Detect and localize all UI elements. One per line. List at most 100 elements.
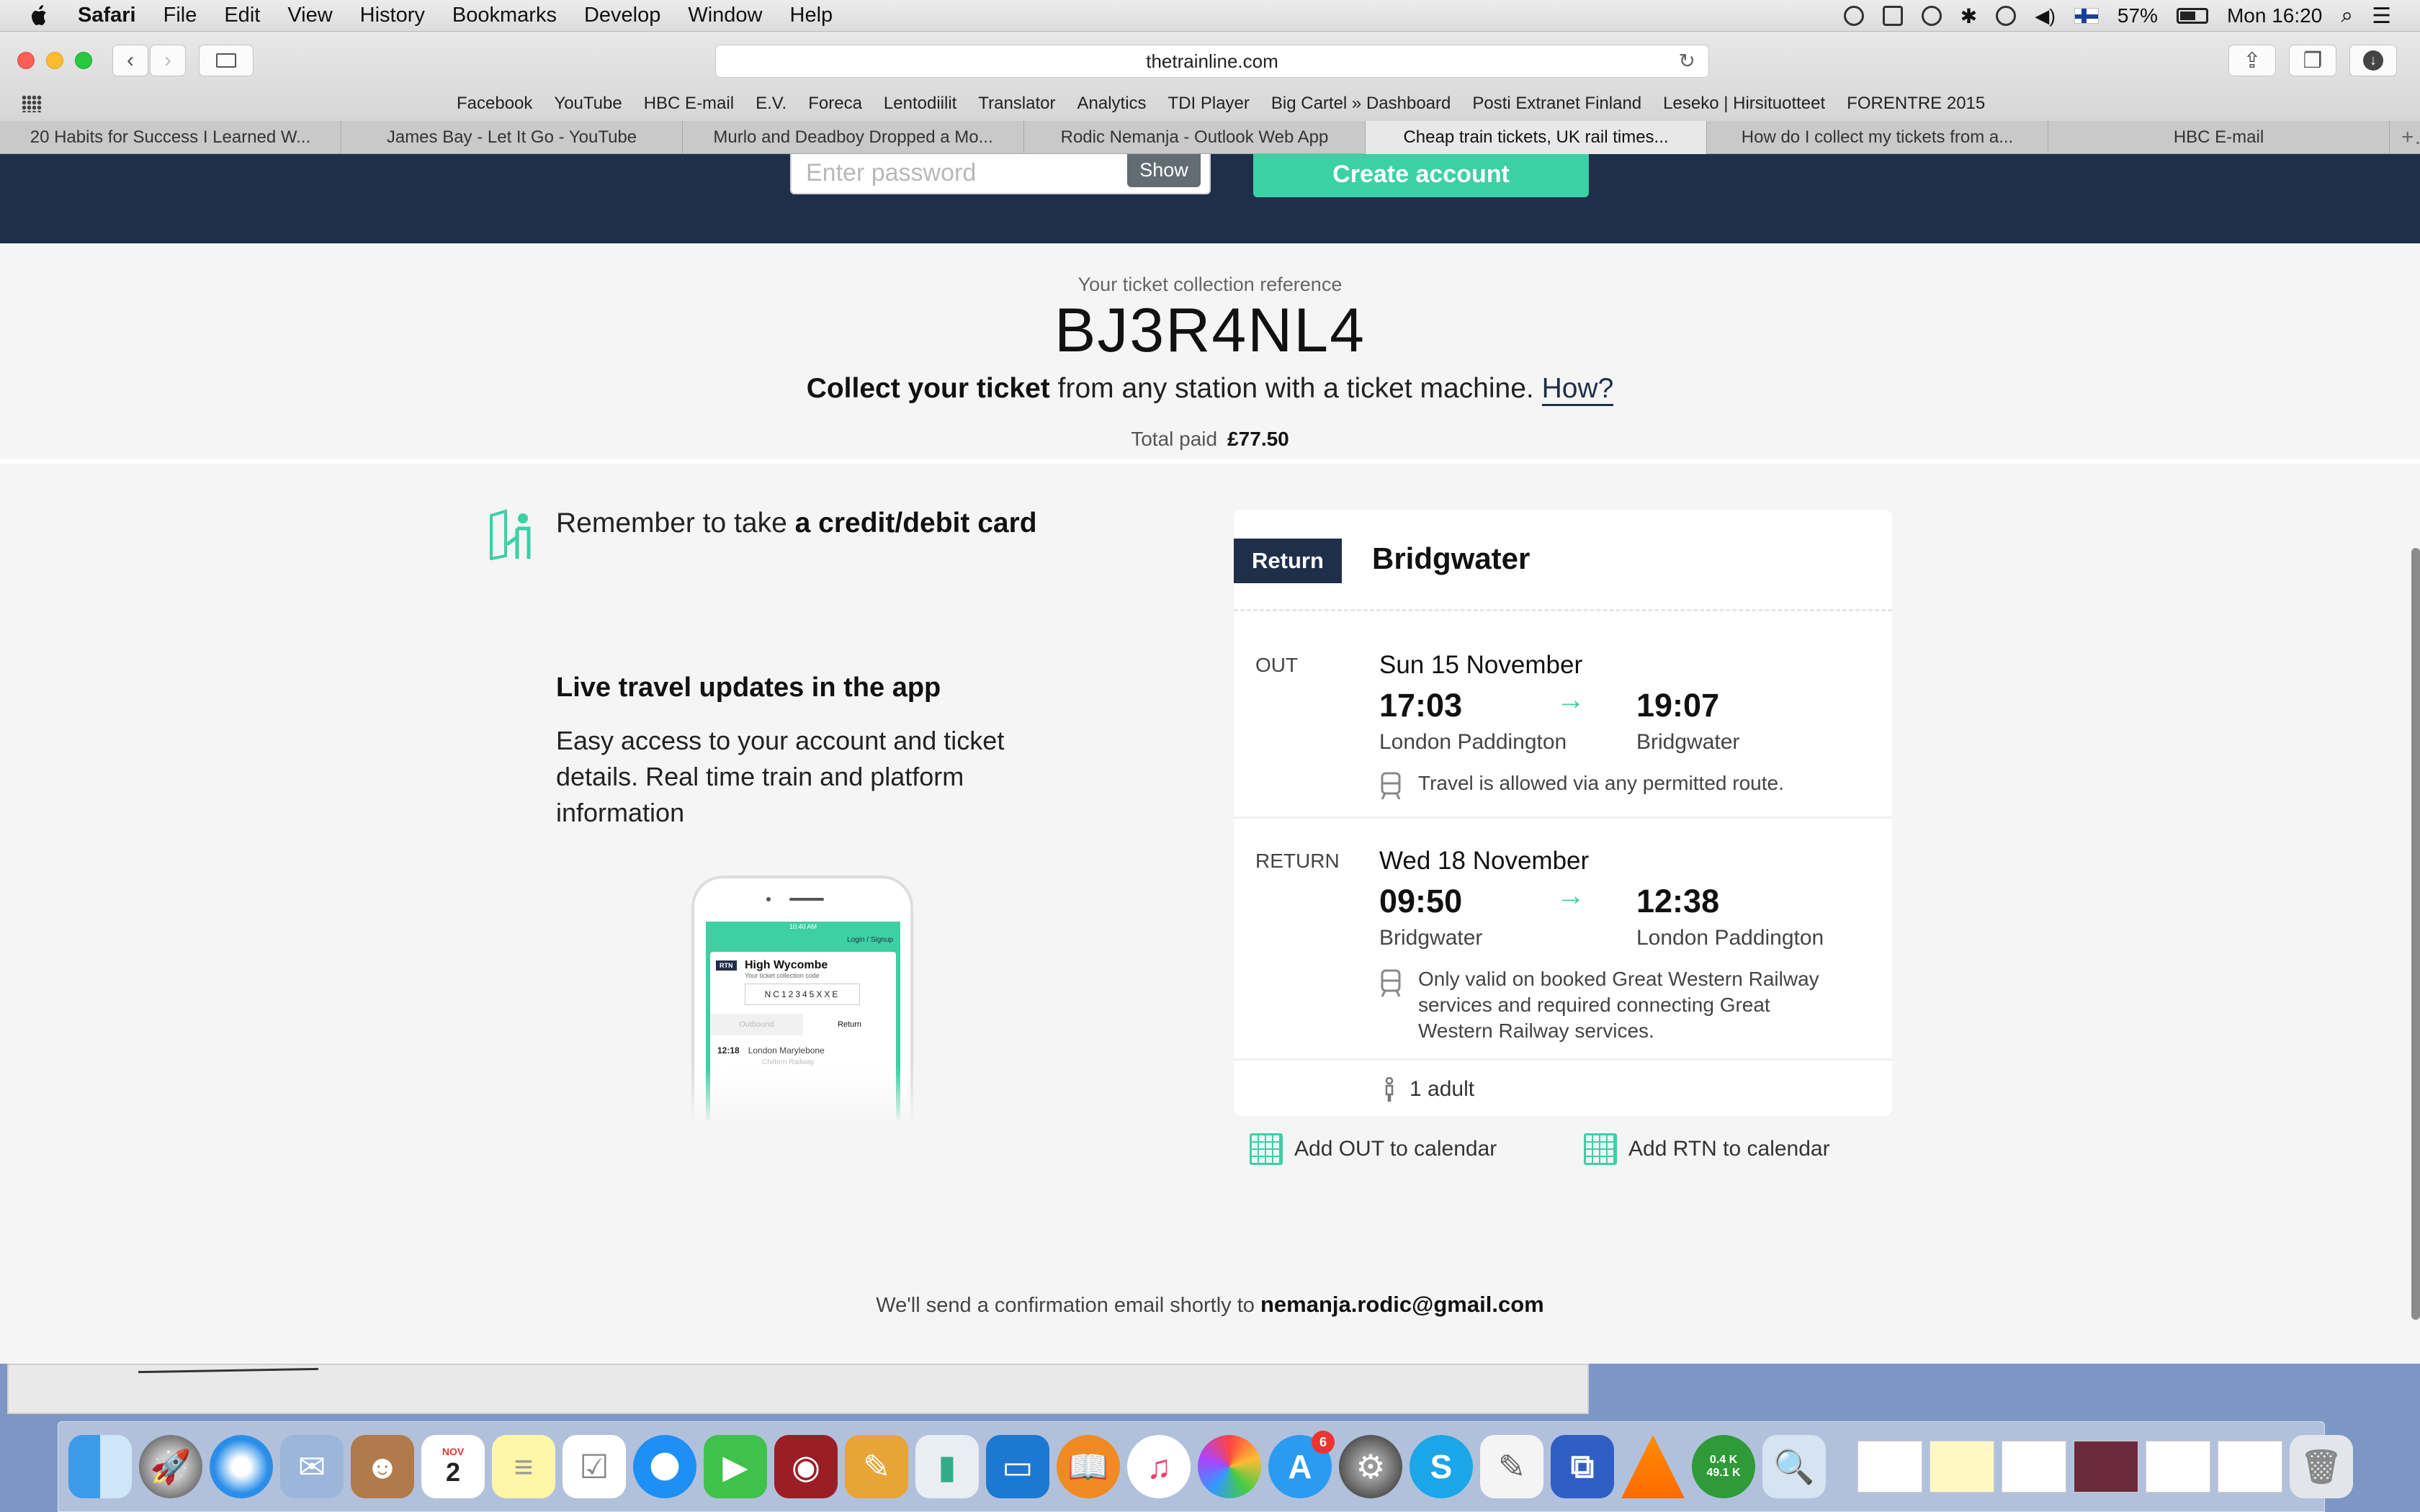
bookmark-forentre[interactable]: FORENTRE 2015 [1847, 94, 1985, 114]
menu-window[interactable]: Window [688, 4, 762, 27]
share-button[interactable]: ⇪ [2228, 45, 2276, 76]
ticket-type-badge: Return [1234, 539, 1342, 583]
wifi-icon[interactable] [1996, 6, 2017, 26]
screen-share-icon[interactable] [1882, 6, 1903, 26]
browser-tab[interactable]: HBC E-mail [2048, 121, 2390, 154]
remote-desktop-icon[interactable]: ⧉ [1551, 1435, 1614, 1498]
sidebar-toggle-button[interactable] [199, 45, 254, 76]
trash-icon[interactable]: 🗑 [2290, 1435, 2353, 1498]
bookmark-ev[interactable]: E.V. [756, 94, 786, 114]
bookmark-lentodiilit[interactable]: Lentodiilit [884, 94, 956, 114]
clock[interactable]: Mon 16:20 [2227, 4, 2322, 27]
app-store-icon[interactable]: A 6 [1268, 1431, 1335, 1498]
mail-icon[interactable]: ✉ [280, 1435, 344, 1498]
volume-icon[interactable]: ◀) [2035, 5, 2056, 27]
launchpad-icon[interactable]: 🚀 [139, 1435, 202, 1498]
phone-camera [766, 897, 771, 901]
bluetooth-icon[interactable]: ✱ [1960, 4, 1977, 28]
minimized-window[interactable] [2002, 1441, 2066, 1493]
notification-center-icon[interactable]: ☰ [2372, 4, 2391, 29]
browser-tab-active[interactable]: Cheap train tickets, UK rail times... [1366, 121, 1707, 154]
tab-overview-button[interactable]: ❐ [2289, 45, 2336, 76]
creative-cloud-icon[interactable] [1843, 6, 1864, 26]
reminders-icon[interactable]: ☑ [563, 1435, 626, 1498]
menu-file[interactable]: File [163, 4, 197, 27]
reference-section: Your ticket collection reference BJ3R4NL… [0, 243, 2420, 615]
page-scrollbar[interactable] [2411, 548, 2420, 1320]
back-button[interactable]: ‹ [112, 45, 148, 76]
tab-bar: 20 Habits for Success I Learned W... Jam… [0, 121, 2420, 154]
reload-icon[interactable]: ↻ [1679, 45, 1695, 77]
textedit-icon[interactable]: ✎ [1480, 1435, 1543, 1498]
minimized-window[interactable] [2146, 1441, 2210, 1493]
confirmation-message: We'll send a confirmation email shortly … [0, 1292, 2420, 1318]
apple-menu-icon[interactable] [29, 4, 50, 27]
bookmark-posti[interactable]: Posti Extranet Finland [1472, 94, 1641, 114]
password-field[interactable]: Enter password Show [790, 154, 1211, 194]
facetime-icon[interactable]: ▶ [704, 1435, 767, 1498]
bookmark-analytics[interactable]: Analytics [1077, 94, 1146, 114]
add-rtn-to-calendar[interactable]: Add RTN to calendar [1584, 1133, 1830, 1165]
messages-icon[interactable] [633, 1435, 696, 1498]
menu-help[interactable]: Help [790, 4, 833, 27]
minimized-window[interactable] [2218, 1441, 2282, 1493]
pages-icon[interactable]: ✎ [845, 1435, 908, 1498]
menu-app-safari[interactable]: Safari [78, 4, 136, 27]
browser-tab[interactable]: Murlo and Deadboy Dropped a Mo... [683, 121, 1024, 154]
skype-icon[interactable]: S [1410, 1435, 1473, 1498]
bookmark-hbc-email[interactable]: HBC E-mail [644, 94, 734, 114]
numbers-icon[interactable]: ▮ [915, 1435, 979, 1498]
time-machine-icon[interactable] [1921, 6, 1942, 26]
minimized-window[interactable] [2074, 1441, 2138, 1493]
address-bar[interactable]: thetrainline.com ↻ [715, 45, 1709, 78]
menu-bookmarks[interactable]: Bookmarks [452, 4, 557, 27]
close-window-button[interactable] [17, 52, 35, 69]
bookmark-leseko[interactable]: Leseko | Hirsituotteet [1663, 94, 1825, 114]
battery-percent[interactable]: 57% [2118, 4, 2158, 27]
notes-icon[interactable]: ≡ [492, 1435, 555, 1498]
top-sites-grid-icon[interactable] [22, 95, 42, 112]
keynote-icon[interactable]: ▭ [986, 1435, 1049, 1498]
bookmark-foreca[interactable]: Foreca [808, 94, 862, 114]
bookmark-tdi-player[interactable]: TDI Player [1168, 94, 1250, 114]
system-preferences-icon[interactable]: ⚙ [1339, 1435, 1402, 1498]
how-link[interactable]: How? [1541, 373, 1614, 406]
browser-tab[interactable]: How do I collect my tickets from a... [1707, 121, 2048, 154]
create-account-button[interactable]: Create account [1253, 154, 1589, 197]
menu-edit[interactable]: Edit [224, 4, 260, 27]
ibooks-icon[interactable]: 📖 [1057, 1435, 1120, 1498]
forward-button[interactable]: › [150, 45, 186, 76]
preview-icon[interactable]: 🔍 [1762, 1435, 1826, 1498]
network-monitor-icon[interactable]: 0.4 K 49.1 K [1692, 1435, 1755, 1498]
itunes-icon[interactable]: ♫ [1127, 1435, 1191, 1498]
minimize-window-button[interactable] [46, 52, 63, 69]
finnish-flag-input-icon[interactable] [2074, 8, 2099, 24]
photo-booth-icon[interactable]: ◉ [774, 1435, 838, 1498]
downloads-button[interactable]: ↓ [2349, 45, 2397, 76]
calendar-app-icon[interactable]: NOV 2 [421, 1435, 485, 1498]
fullscreen-window-button[interactable] [75, 52, 92, 69]
photos-icon[interactable] [1198, 1435, 1261, 1498]
show-password-button[interactable]: Show [1127, 154, 1201, 187]
finder-icon[interactable] [68, 1435, 132, 1498]
browser-tab[interactable]: Rodic Nemanja - Outlook Web App [1024, 121, 1366, 154]
spotlight-search-icon[interactable]: ⌕ [2341, 4, 2353, 28]
vlc-icon[interactable] [1621, 1435, 1685, 1498]
browser-tab[interactable]: James Bay - Let It Go - YouTube [341, 121, 683, 154]
safari-icon[interactable] [210, 1435, 273, 1498]
bookmark-translator[interactable]: Translator [978, 94, 1055, 114]
bookmark-big-cartel[interactable]: Big Cartel » Dashboard [1271, 94, 1451, 114]
background-window[interactable] [7, 1364, 1589, 1414]
menu-develop[interactable]: Develop [584, 4, 660, 27]
contacts-icon[interactable]: ☻ [351, 1435, 414, 1498]
battery-icon[interactable] [2176, 8, 2208, 24]
menu-view[interactable]: View [287, 4, 332, 27]
minimized-window[interactable] [1857, 1441, 1922, 1493]
browser-tab[interactable]: 20 Habits for Success I Learned W... [0, 121, 341, 154]
menu-history[interactable]: History [360, 4, 425, 27]
new-tab-button[interactable]: + [2390, 121, 2420, 154]
minimized-window[interactable] [1930, 1441, 1994, 1493]
add-out-to-calendar[interactable]: Add OUT to calendar [1250, 1133, 1497, 1165]
bookmark-youtube[interactable]: YouTube [554, 94, 622, 114]
bookmark-facebook[interactable]: Facebook [457, 94, 532, 114]
